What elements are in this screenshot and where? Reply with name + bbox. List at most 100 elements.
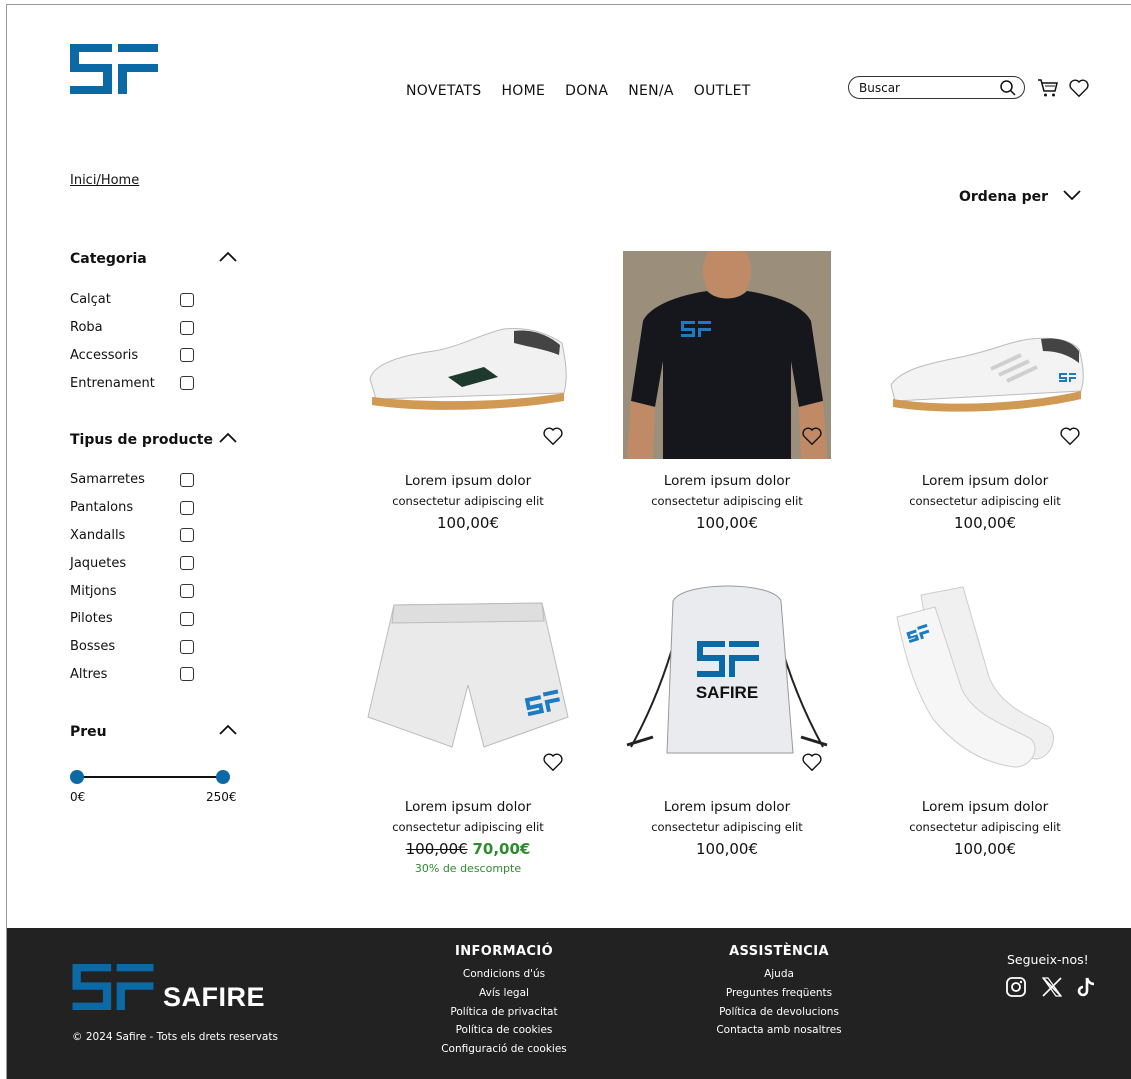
filter-checkbox[interactable] — [180, 500, 194, 515]
product-card[interactable]: SAFIRE Lorem ipsum dolor consectetur adi… — [623, 577, 831, 858]
footer-link[interactable]: Contacta amb nosaltres — [697, 1021, 861, 1040]
product-card[interactable]: Lorem ipsum dolor consectetur adipiscing… — [364, 251, 572, 532]
wishlist-heart-icon[interactable] — [1068, 77, 1090, 103]
nav-item-home[interactable]: HOME — [501, 83, 545, 99]
product-card[interactable]: Lorem ipsum dolor consectetur adipiscing… — [881, 577, 1089, 858]
filter-checkbox[interactable] — [180, 667, 194, 682]
filter-option: Altres — [70, 661, 194, 689]
product-image-socks[interactable] — [881, 577, 1089, 785]
product-image-shorts[interactable] — [364, 577, 572, 785]
filter-label: Pilotes — [70, 611, 113, 627]
footer-assist-title: ASSISTÈNCIA — [729, 944, 829, 959]
filter-header-category[interactable]: Categoria — [70, 251, 238, 267]
slider-track — [78, 776, 222, 778]
filter-label: Entrenament — [70, 375, 155, 391]
heart-icon[interactable] — [542, 751, 564, 777]
discount-label: 30% de descompte — [414, 862, 522, 875]
product-card[interactable]: Lorem ipsum dolor consectetur adipiscing… — [364, 577, 572, 875]
product-name[interactable]: Lorem ipsum dolor — [364, 473, 572, 489]
slider-max-handle[interactable] — [216, 770, 230, 784]
instagram-icon[interactable] — [1005, 976, 1027, 1002]
footer-info-column: INFORMACIÓ Condicions d'ús Avís legal Po… — [432, 944, 576, 1059]
product-name[interactable]: Lorem ipsum dolor — [364, 799, 572, 815]
filter-checkbox[interactable] — [180, 611, 194, 626]
product-card[interactable]: Lorem ipsum dolor consectetur adipiscing… — [881, 251, 1089, 532]
price-range-slider[interactable] — [70, 768, 230, 786]
footer-link[interactable]: Avís legal — [432, 984, 576, 1003]
product-name[interactable]: Lorem ipsum dolor — [881, 473, 1089, 489]
nav-item-dona[interactable]: DONA — [565, 83, 608, 99]
product-desc: consectetur adipiscing elit — [392, 494, 544, 508]
filter-label: Mitjons — [70, 583, 117, 599]
search-input[interactable] — [859, 80, 999, 95]
product-desc: consectetur adipiscing elit — [909, 494, 1061, 508]
heart-icon[interactable] — [1059, 425, 1081, 451]
search-box — [848, 76, 1025, 99]
filter-checkbox[interactable] — [180, 584, 194, 599]
product-image-sneaker[interactable] — [364, 251, 572, 459]
filter-title: Preu — [70, 724, 107, 740]
nav-item-outlet[interactable]: OUTLET — [694, 83, 751, 99]
cart-icon[interactable] — [1037, 77, 1059, 103]
product-price: 100,00€ — [436, 514, 500, 532]
filter-option: Jaquetes — [70, 549, 194, 577]
product-image-sneaker[interactable] — [881, 251, 1089, 459]
filter-checkbox[interactable] — [180, 639, 194, 654]
social-links — [1005, 976, 1097, 1002]
sale-price: 70,00€ — [472, 840, 531, 858]
filter-option: Mitjons — [70, 577, 194, 605]
footer-link[interactable]: Configuració de cookies — [432, 1040, 576, 1059]
brand-logo[interactable] — [70, 44, 158, 98]
search-icon[interactable] — [999, 79, 1017, 101]
filter-label: Pantalons — [70, 500, 134, 516]
product-image-tshirt[interactable] — [623, 251, 831, 459]
filter-header-price[interactable]: Preu — [70, 724, 238, 740]
product-name[interactable]: Lorem ipsum dolor — [623, 473, 831, 489]
product-price: 100,00€ — [695, 840, 759, 858]
x-icon[interactable] — [1041, 976, 1063, 1002]
filter-label: Xandalls — [70, 527, 126, 543]
filter-label: Samarretes — [70, 472, 145, 488]
filter-checkbox[interactable] — [180, 320, 194, 335]
follow-label: Segueix-nos! — [1007, 952, 1089, 967]
filter-checkbox[interactable] — [180, 376, 194, 391]
slider-min-handle[interactable] — [70, 770, 84, 784]
site-footer: SAFIRE © 2024 Safire - Tots els drets re… — [7, 928, 1131, 1079]
filter-option: Calçat — [70, 286, 194, 314]
heart-icon[interactable] — [801, 751, 823, 777]
footer-link[interactable]: Política de devolucions — [697, 1003, 861, 1022]
heart-icon[interactable] — [801, 425, 823, 451]
filter-option: Xandalls — [70, 522, 194, 550]
tiktok-icon[interactable] — [1077, 976, 1097, 1002]
nav-item-novetats[interactable]: NOVETATS — [406, 83, 481, 99]
product-desc: consectetur adipiscing elit — [651, 494, 803, 508]
footer-link[interactable]: Política de cookies — [432, 1021, 576, 1040]
product-card[interactable]: Lorem ipsum dolor consectetur adipiscing… — [623, 251, 831, 532]
product-desc: consectetur adipiscing elit — [392, 820, 544, 834]
chevron-down-icon — [1062, 189, 1082, 205]
filter-checkbox[interactable] — [180, 292, 194, 307]
footer-link[interactable]: Política de privacitat — [432, 1003, 576, 1022]
bag-brand-text: SAFIRE — [695, 683, 759, 702]
breadcrumb[interactable]: Inici/Home — [70, 173, 139, 188]
product-price: 100,00€ — [953, 514, 1017, 532]
filter-checkbox[interactable] — [180, 528, 194, 543]
filter-option: Pantalons — [70, 494, 194, 522]
product-name[interactable]: Lorem ipsum dolor — [623, 799, 831, 815]
footer-logo[interactable] — [70, 964, 156, 1014]
product-type-filter-list: Samarretes Pantalons Xandalls Jaquetes M… — [70, 466, 194, 688]
filter-checkbox[interactable] — [180, 348, 194, 363]
chevron-up-icon — [218, 724, 238, 740]
sort-dropdown[interactable]: Ordena per — [959, 189, 1082, 205]
filter-checkbox[interactable] — [180, 472, 194, 487]
heart-icon[interactable] — [542, 425, 564, 451]
filter-header-product-type[interactable]: Tipus de producte — [70, 432, 238, 448]
price-min-label: 0€ — [70, 790, 86, 804]
footer-link[interactable]: Preguntes freqüents — [697, 984, 861, 1003]
filter-checkbox[interactable] — [180, 556, 194, 571]
nav-item-nena[interactable]: NEN/A — [628, 83, 674, 99]
product-name[interactable]: Lorem ipsum dolor — [881, 799, 1089, 815]
footer-link[interactable]: Condicions d'ús — [432, 965, 576, 984]
footer-link[interactable]: Ajuda — [697, 965, 861, 984]
product-image-bag[interactable]: SAFIRE — [623, 577, 831, 785]
